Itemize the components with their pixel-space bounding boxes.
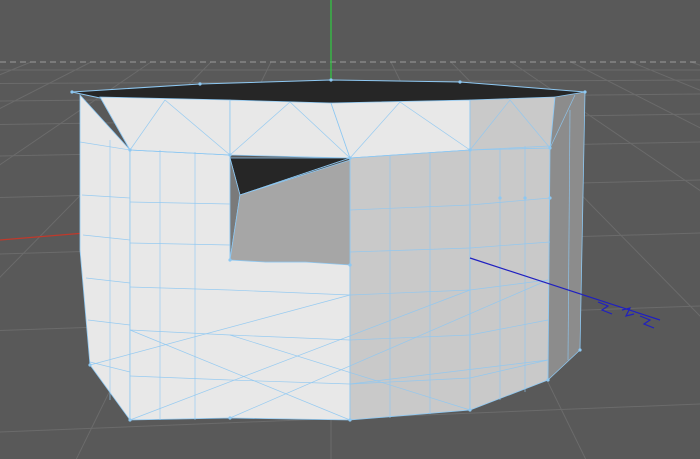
mesh-vertex[interactable]: [88, 363, 92, 367]
mesh-vertex[interactable]: [583, 90, 587, 94]
mesh-vertex[interactable]: [548, 196, 552, 200]
mesh-face[interactable]: [330, 99, 471, 159]
mesh-vertex[interactable]: [128, 418, 132, 422]
mesh-vertex[interactable]: [198, 82, 202, 86]
mesh-vertex[interactable]: [329, 78, 333, 82]
3d-viewport[interactable]: [0, 0, 700, 459]
mesh-vertex[interactable]: [468, 148, 472, 152]
mesh-vertex[interactable]: [228, 258, 232, 262]
mesh-vertex[interactable]: [228, 153, 232, 157]
mesh-vertex[interactable]: [578, 348, 582, 352]
mesh-vertex[interactable]: [458, 80, 462, 84]
mesh-face[interactable]: [229, 99, 351, 159]
mesh-vertex[interactable]: [348, 263, 352, 267]
mesh-vertex[interactable]: [228, 416, 232, 420]
mesh-vertex[interactable]: [548, 146, 552, 150]
mesh-face[interactable]: [469, 147, 551, 411]
mesh-vertex[interactable]: [348, 156, 352, 160]
mesh-icon[interactable]: [70, 78, 587, 422]
mesh-face[interactable]: [469, 96, 556, 151]
mesh-vertex[interactable]: [523, 196, 527, 200]
mesh-face[interactable]: [547, 91, 586, 381]
mesh-vertex[interactable]: [128, 148, 132, 152]
viewport-canvas[interactable]: [0, 0, 700, 459]
mesh-vertex[interactable]: [468, 408, 472, 412]
mesh-vertex[interactable]: [70, 90, 74, 94]
mesh-vertex[interactable]: [546, 378, 550, 382]
mesh-vertex[interactable]: [498, 196, 502, 200]
mesh-face[interactable]: [349, 149, 471, 421]
mesh-vertex[interactable]: [348, 418, 352, 422]
